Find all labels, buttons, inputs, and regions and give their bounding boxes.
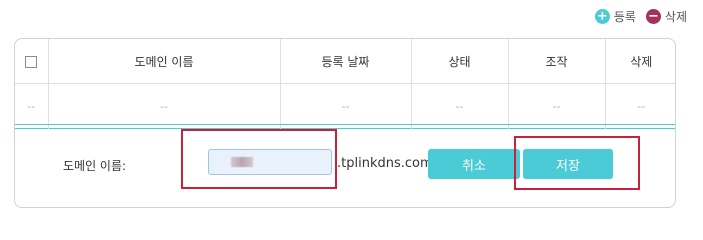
highlight-box-save (514, 136, 640, 190)
add-label: 등록 (613, 10, 636, 24)
delete-button[interactable]: − 삭제 (645, 8, 687, 25)
table-cell: -- (508, 83, 606, 129)
table-cell: -- (280, 83, 412, 129)
plus-icon: + (594, 9, 610, 24)
cancel-button[interactable]: 취소 (428, 149, 520, 179)
delete-label: 삭제 (664, 10, 687, 24)
table-cell: -- (48, 83, 281, 129)
table-row: -- -- -- -- -- -- (15, 83, 675, 129)
table-header-row: 도메인 이름 등록 날짜 상태 조작 삭제 (15, 39, 675, 84)
select-all-checkbox[interactable] (25, 55, 38, 68)
minus-icon: − (645, 9, 661, 24)
table-cell: -- (15, 83, 49, 129)
table-cell: -- (637, 99, 646, 113)
highlight-box-input (181, 129, 337, 189)
column-header-status: 상태 (411, 39, 509, 84)
toolbar: + 등록 − 삭제 (594, 8, 687, 25)
add-button[interactable]: + 등록 (594, 8, 636, 25)
column-header-domain: 도메인 이름 (48, 39, 281, 84)
column-header-date: 등록 날짜 (280, 39, 412, 84)
column-header-delete: 삭제 (605, 39, 675, 84)
column-header-action: 조작 (508, 39, 606, 84)
domain-table: 도메인 이름 등록 날짜 상태 조작 삭제 -- -- -- -- -- -- (15, 39, 675, 129)
table-cell: -- (411, 83, 509, 129)
domain-suffix: .tplinkdns.com (337, 156, 433, 171)
select-all-cell[interactable] (15, 39, 49, 84)
domain-name-label: 도메인 이름: (63, 159, 127, 173)
